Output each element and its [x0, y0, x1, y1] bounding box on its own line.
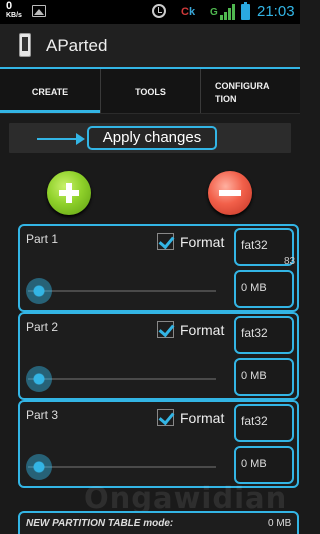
size-value: 0 MB [241, 282, 267, 294]
alarm-icon [152, 4, 166, 18]
tab-configuration[interactable]: CONFIGURATION [200, 69, 300, 114]
network-speed-unit: KB/s [6, 12, 22, 19]
apply-changes-button[interactable]: Apply changes [87, 126, 217, 150]
format-checkbox[interactable] [157, 409, 174, 426]
partition-card: Part 3 Format fat32 0 MB [18, 400, 299, 488]
size-value: 0 MB [241, 458, 267, 470]
tab-label: CREATE [31, 87, 69, 97]
signal-type: G [210, 7, 218, 18]
partition-card: Part 1 Format fat32 0 MB [18, 224, 299, 312]
partition-name: Part 2 [26, 320, 59, 334]
format-checkbox[interactable] [157, 321, 174, 338]
size-slider[interactable] [28, 378, 216, 380]
partition-table-size: 0 MB [268, 518, 292, 529]
size-field[interactable]: 0 MB [234, 446, 294, 484]
partition-table-mode[interactable]: NEW PARTITION TABLE mode: 0 MB [18, 511, 299, 534]
signal-bar [224, 12, 227, 20]
size-slider[interactable] [28, 290, 216, 292]
size-slider[interactable] [28, 466, 216, 468]
signal-bar [220, 15, 223, 20]
format-label: Format [180, 322, 225, 338]
clock: 21:03 [257, 3, 295, 20]
partition-name: Part 3 [26, 408, 59, 422]
partition-name: Part 1 [26, 232, 59, 246]
filesystem-value: fat32 [241, 238, 268, 252]
filesystem-value: fat32 [241, 326, 268, 340]
signal-bar [228, 8, 231, 20]
network-speed: 0 KB/s [6, 1, 22, 21]
battery-icon [241, 2, 250, 20]
tab-bar-divider [0, 113, 300, 114]
arrow-head [76, 133, 85, 145]
filesystem-field[interactable]: fat32 [234, 404, 294, 442]
tab-bar: CREATE TOOLS CONFIGURATION [0, 69, 300, 114]
format-label: Format [180, 410, 225, 426]
tab-label: CONFIGURATION [215, 81, 270, 104]
side-number: 83 [284, 256, 296, 267]
partition-table-mode-label: NEW PARTITION TABLE mode: [26, 518, 174, 529]
signal-icon: G [210, 4, 235, 20]
network-speed-value: 0 [6, 0, 13, 12]
size-value: 0 MB [241, 370, 267, 382]
action-bar: AParted [0, 24, 300, 68]
format-label: Format [180, 234, 225, 250]
slider-thumb[interactable] [26, 366, 52, 392]
tab-label: TOOLS [135, 87, 166, 97]
sd-card-icon[interactable] [19, 33, 31, 57]
carrier-indicator: Ck [181, 6, 195, 18]
carrier-k: k [188, 6, 196, 18]
app-title: AParted [46, 36, 108, 55]
image-icon [32, 5, 46, 17]
minus-icon[interactable] [208, 171, 252, 215]
tab-tools[interactable]: TOOLS [100, 69, 200, 114]
signal-bar [232, 4, 235, 20]
watermark: Ongawidian [84, 481, 288, 515]
slider-thumb[interactable] [26, 278, 52, 304]
filesystem-field[interactable]: fat32 [234, 316, 294, 354]
size-field[interactable]: 0 MB [234, 270, 294, 308]
arrow-right-icon [37, 138, 79, 140]
size-field[interactable]: 0 MB [234, 358, 294, 396]
slider-thumb[interactable] [26, 454, 52, 480]
filesystem-value: fat32 [241, 414, 268, 428]
status-bar: 0 KB/s Ck G 21:03 [0, 0, 300, 24]
format-checkbox[interactable] [157, 233, 174, 250]
tab-create[interactable]: CREATE [0, 69, 100, 114]
plus-icon[interactable] [47, 171, 91, 215]
partition-card: Part 2 Format fat32 0 MB [18, 312, 299, 400]
carrier-c: C [181, 6, 189, 18]
